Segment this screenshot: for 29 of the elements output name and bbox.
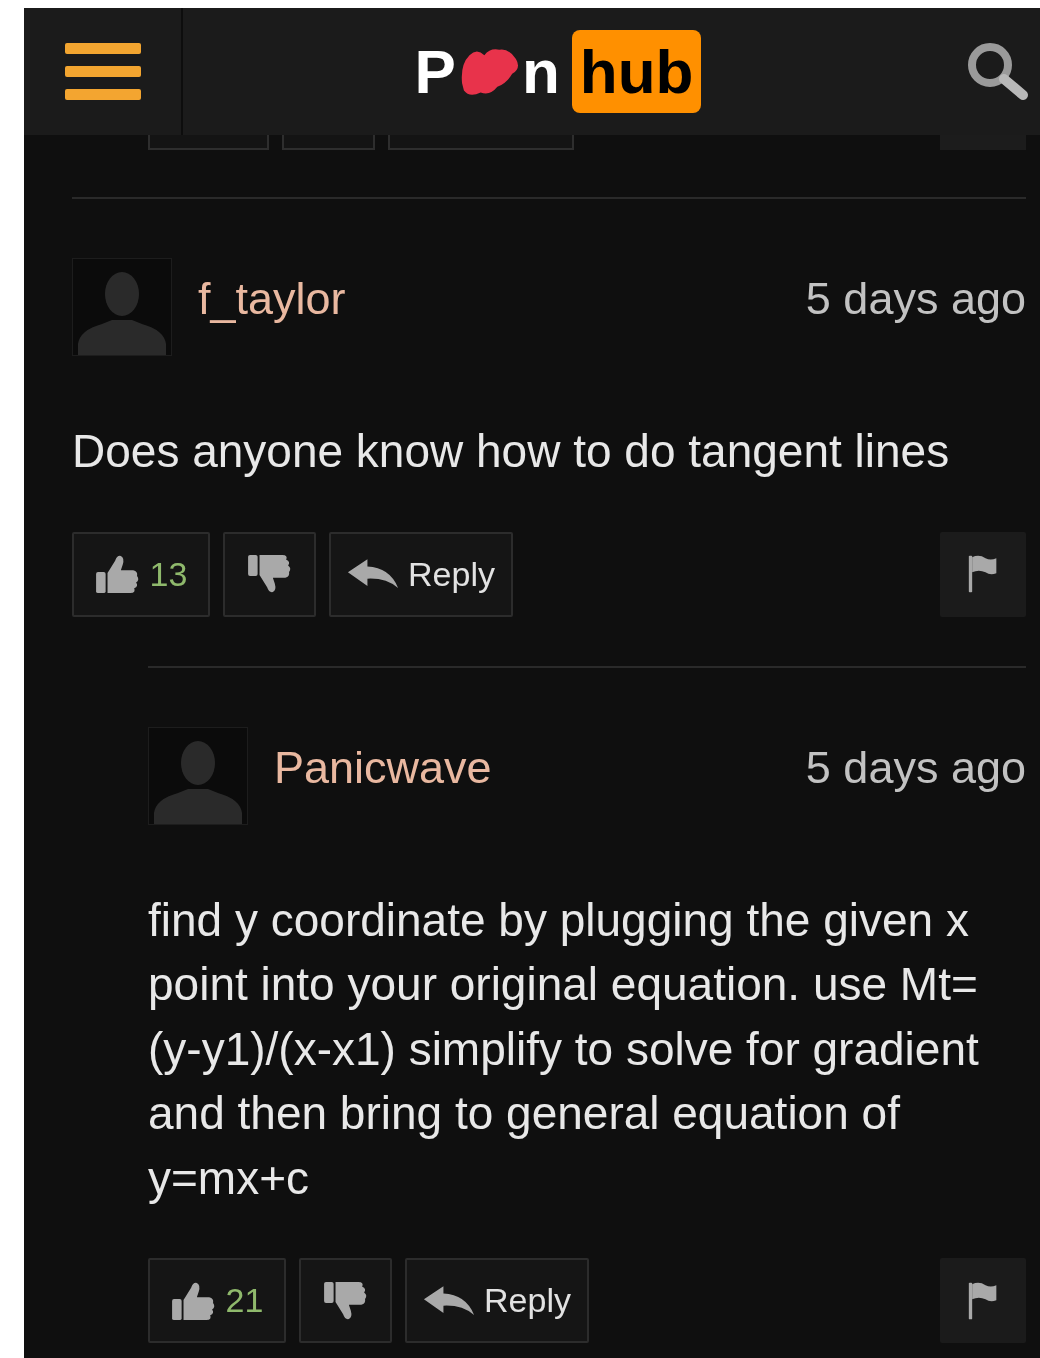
like-button[interactable]: 21 xyxy=(148,1258,286,1343)
logo-text: P xyxy=(414,40,456,103)
thumbs-up-icon xyxy=(170,1280,217,1321)
menu-icon[interactable] xyxy=(64,43,141,100)
flag-icon xyxy=(968,1280,998,1321)
reply-arrow-icon xyxy=(423,1284,476,1317)
avatar-icon xyxy=(148,726,248,825)
flag-button[interactable] xyxy=(940,1258,1026,1343)
comment-text: find y coordinate by plugging the given x point into your original equation. use Mt= (y-y1)/(x-x1) simplify to solve for gradient and then bring to general equation of y=mx+c xyxy=(148,892,980,1206)
dislike-button[interactable] xyxy=(299,1258,392,1343)
logo-text: n xyxy=(521,40,560,103)
flag-icon xyxy=(968,554,998,594)
timestamp: 5 days ago xyxy=(805,273,1026,325)
timestamp: 5 days ago xyxy=(805,741,1026,794)
reply-arrow-icon xyxy=(347,558,400,590)
like-button[interactable]: 13 xyxy=(72,531,210,617)
username[interactable]: f_taylor xyxy=(198,273,346,325)
dislike-button[interactable] xyxy=(223,531,316,617)
thumbs-down-icon xyxy=(246,554,293,594)
logo-badge: hub xyxy=(571,30,702,113)
thumbs-down-icon xyxy=(322,1280,369,1321)
username[interactable]: Panicwave xyxy=(274,741,492,794)
reply-button[interactable]: Reply xyxy=(405,1258,589,1343)
avatar-icon xyxy=(72,258,172,356)
flag-button[interactable] xyxy=(940,531,1026,617)
comment-text: Does anyone know how to do tangent lines xyxy=(72,424,951,479)
thumbs-up-icon xyxy=(94,554,141,594)
reply-button[interactable]: Reply xyxy=(329,531,513,617)
search-icon[interactable] xyxy=(968,42,1030,101)
